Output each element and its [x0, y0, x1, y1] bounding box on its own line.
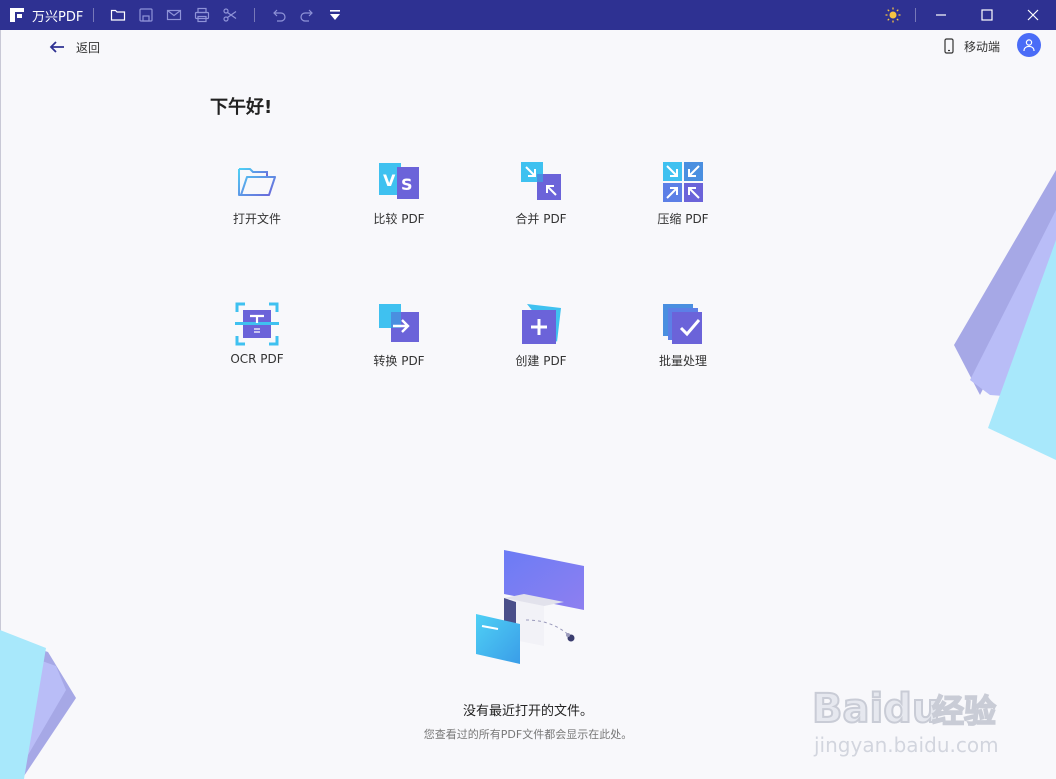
watermark-suffix: 经验: [932, 692, 996, 730]
toolbar-divider: [254, 8, 256, 22]
theme-sun-icon[interactable]: [873, 0, 913, 30]
tool-label: 批量处理: [658, 354, 707, 368]
compare-pdf-icon: V S: [379, 163, 419, 199]
title-bar: 万兴PDF: [0, 0, 1056, 30]
undo-icon[interactable]: [265, 0, 293, 30]
tool-compare-pdf[interactable]: V S 比较 PDF: [349, 160, 449, 250]
arrow-left-icon: [49, 41, 64, 53]
tool-label: 创建 PDF: [515, 354, 567, 368]
svg-text:V: V: [383, 171, 396, 190]
back-label: 返回: [76, 40, 101, 55]
tool-label: 打开文件: [232, 212, 281, 226]
app-name: 万兴PDF: [32, 9, 84, 25]
tool-batch-process[interactable]: 批量处理: [633, 302, 733, 392]
cut-icon[interactable]: [216, 0, 244, 30]
redo-icon[interactable]: [293, 0, 321, 30]
watermark-brand: Baidu: [812, 686, 940, 732]
window-divider: [915, 8, 916, 22]
tool-compress-pdf[interactable]: 压缩 PDF: [633, 160, 733, 250]
tool-label: 比较 PDF: [373, 212, 425, 226]
app-logo-icon: [10, 8, 24, 22]
user-icon: [1023, 39, 1035, 52]
tool-label: 转换 PDF: [373, 354, 425, 368]
batch-process-icon: [663, 304, 702, 344]
decorative-shapes-right: [954, 170, 1056, 460]
save-icon[interactable]: [132, 0, 160, 30]
greeting-title: 下午好!: [210, 97, 273, 118]
tool-ocr-pdf[interactable]: OCR PDF: [207, 302, 307, 392]
create-pdf-icon: [522, 304, 561, 344]
avatar[interactable]: [1017, 33, 1041, 57]
left-border: [0, 30, 1, 779]
tool-create-pdf[interactable]: 创建 PDF: [491, 302, 591, 392]
open-file-icon: [238, 168, 276, 196]
minimize-icon[interactable]: [918, 0, 964, 30]
merge-pdf-icon: [521, 162, 561, 200]
back-button[interactable]: 返回: [48, 36, 100, 58]
mobile-button[interactable]: 移动端: [942, 36, 1000, 56]
convert-pdf-icon: [379, 304, 419, 342]
tool-label: OCR PDF: [230, 352, 284, 366]
phone-icon: [944, 38, 954, 54]
empty-folder-illustration: [476, 550, 584, 664]
tool-convert-pdf[interactable]: 转换 PDF: [349, 302, 449, 392]
close-icon[interactable]: [1010, 0, 1056, 30]
dropdown-icon[interactable]: [321, 0, 349, 30]
maximize-icon[interactable]: [964, 0, 1010, 30]
tool-open-file[interactable]: 打开文件: [207, 160, 307, 250]
toolbar-divider: [93, 8, 95, 22]
svg-text:S: S: [401, 175, 413, 194]
watermark-url: jingyan.baidu.com: [813, 733, 999, 757]
mail-icon[interactable]: [160, 0, 188, 30]
baidu-watermark: Baidu 经验 jingyan.baidu.com: [812, 685, 999, 757]
tool-merge-pdf[interactable]: 合并 PDF: [491, 160, 591, 250]
mobile-label: 移动端: [964, 39, 1001, 54]
tool-label: 合并 PDF: [515, 212, 567, 226]
compress-pdf-icon: [663, 162, 703, 202]
print-icon[interactable]: [188, 0, 216, 30]
folder-icon[interactable]: [104, 0, 132, 30]
ocr-pdf-icon: [235, 302, 279, 346]
tool-label: 压缩 PDF: [657, 212, 709, 226]
